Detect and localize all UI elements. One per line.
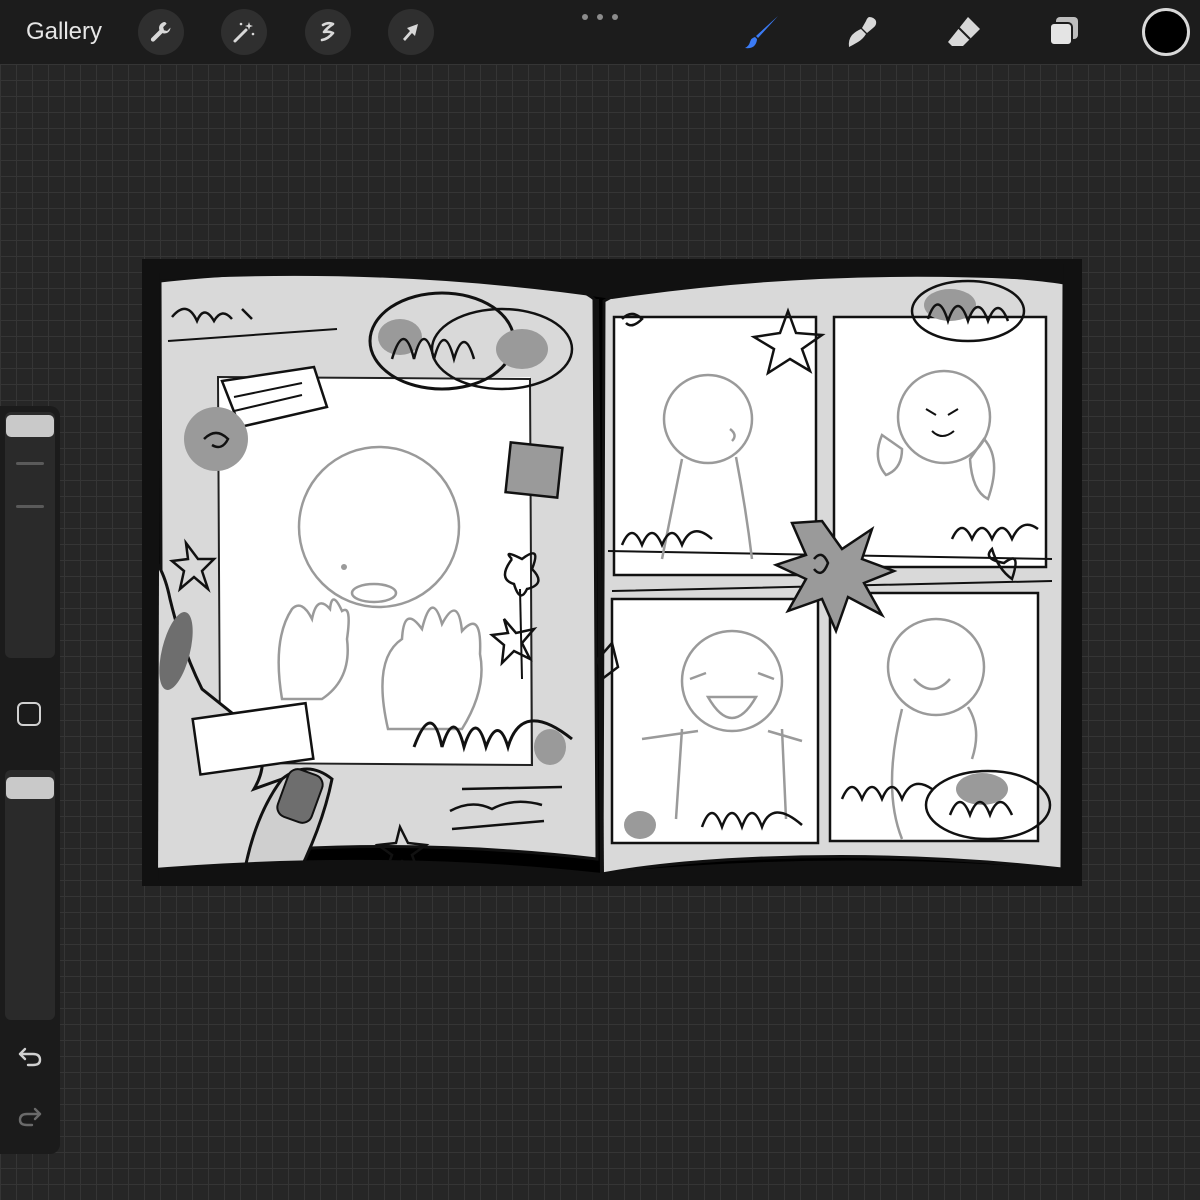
dot-icon [612,14,618,20]
magic-wand-icon [233,22,255,43]
opacity-slider[interactable] [5,770,55,1020]
panel-top-right [832,315,1048,569]
adjustments-button[interactable] [221,9,267,55]
brush-size-thumb[interactable] [6,415,54,437]
layers-icon [1049,17,1078,46]
eraser-tool-button[interactable] [942,10,986,54]
eraser-icon [948,17,980,46]
drawing-canvas[interactable] [142,259,1082,886]
selection-button[interactable] [305,9,351,55]
smudge-tool-button[interactable] [841,10,885,54]
smudge-icon [848,17,877,47]
wrench-icon [150,22,171,42]
selection-icon [320,21,335,42]
panel-top-left [612,315,818,577]
redo-icon[interactable] [16,1102,44,1130]
undo-icon[interactable] [16,1042,44,1070]
more-options-button[interactable] [582,6,618,28]
paint-tool-button[interactable] [740,10,784,54]
dot-icon [597,14,603,20]
panel-bottom-left [610,597,820,845]
panel-bottom-right [828,591,1040,843]
modify-square-icon[interactable] [17,702,41,726]
color-picker-button[interactable] [1142,8,1190,56]
actions-button[interactable] [138,9,184,55]
transform-arrow-icon [403,24,418,41]
brush-size-slider[interactable] [5,412,55,658]
transform-button[interactable] [388,9,434,55]
slider-tick [16,462,44,465]
layers-button[interactable] [1042,10,1086,54]
dot-icon [582,14,588,20]
top-toolbar: Gallery [0,0,1200,64]
opacity-thumb[interactable] [6,777,54,799]
gallery-button[interactable]: Gallery [26,16,102,48]
left-main-panel [218,377,530,765]
sketch-artwork [142,259,1082,886]
brush-icon [745,16,778,49]
sidebar [0,406,60,1154]
slider-tick [16,505,44,508]
